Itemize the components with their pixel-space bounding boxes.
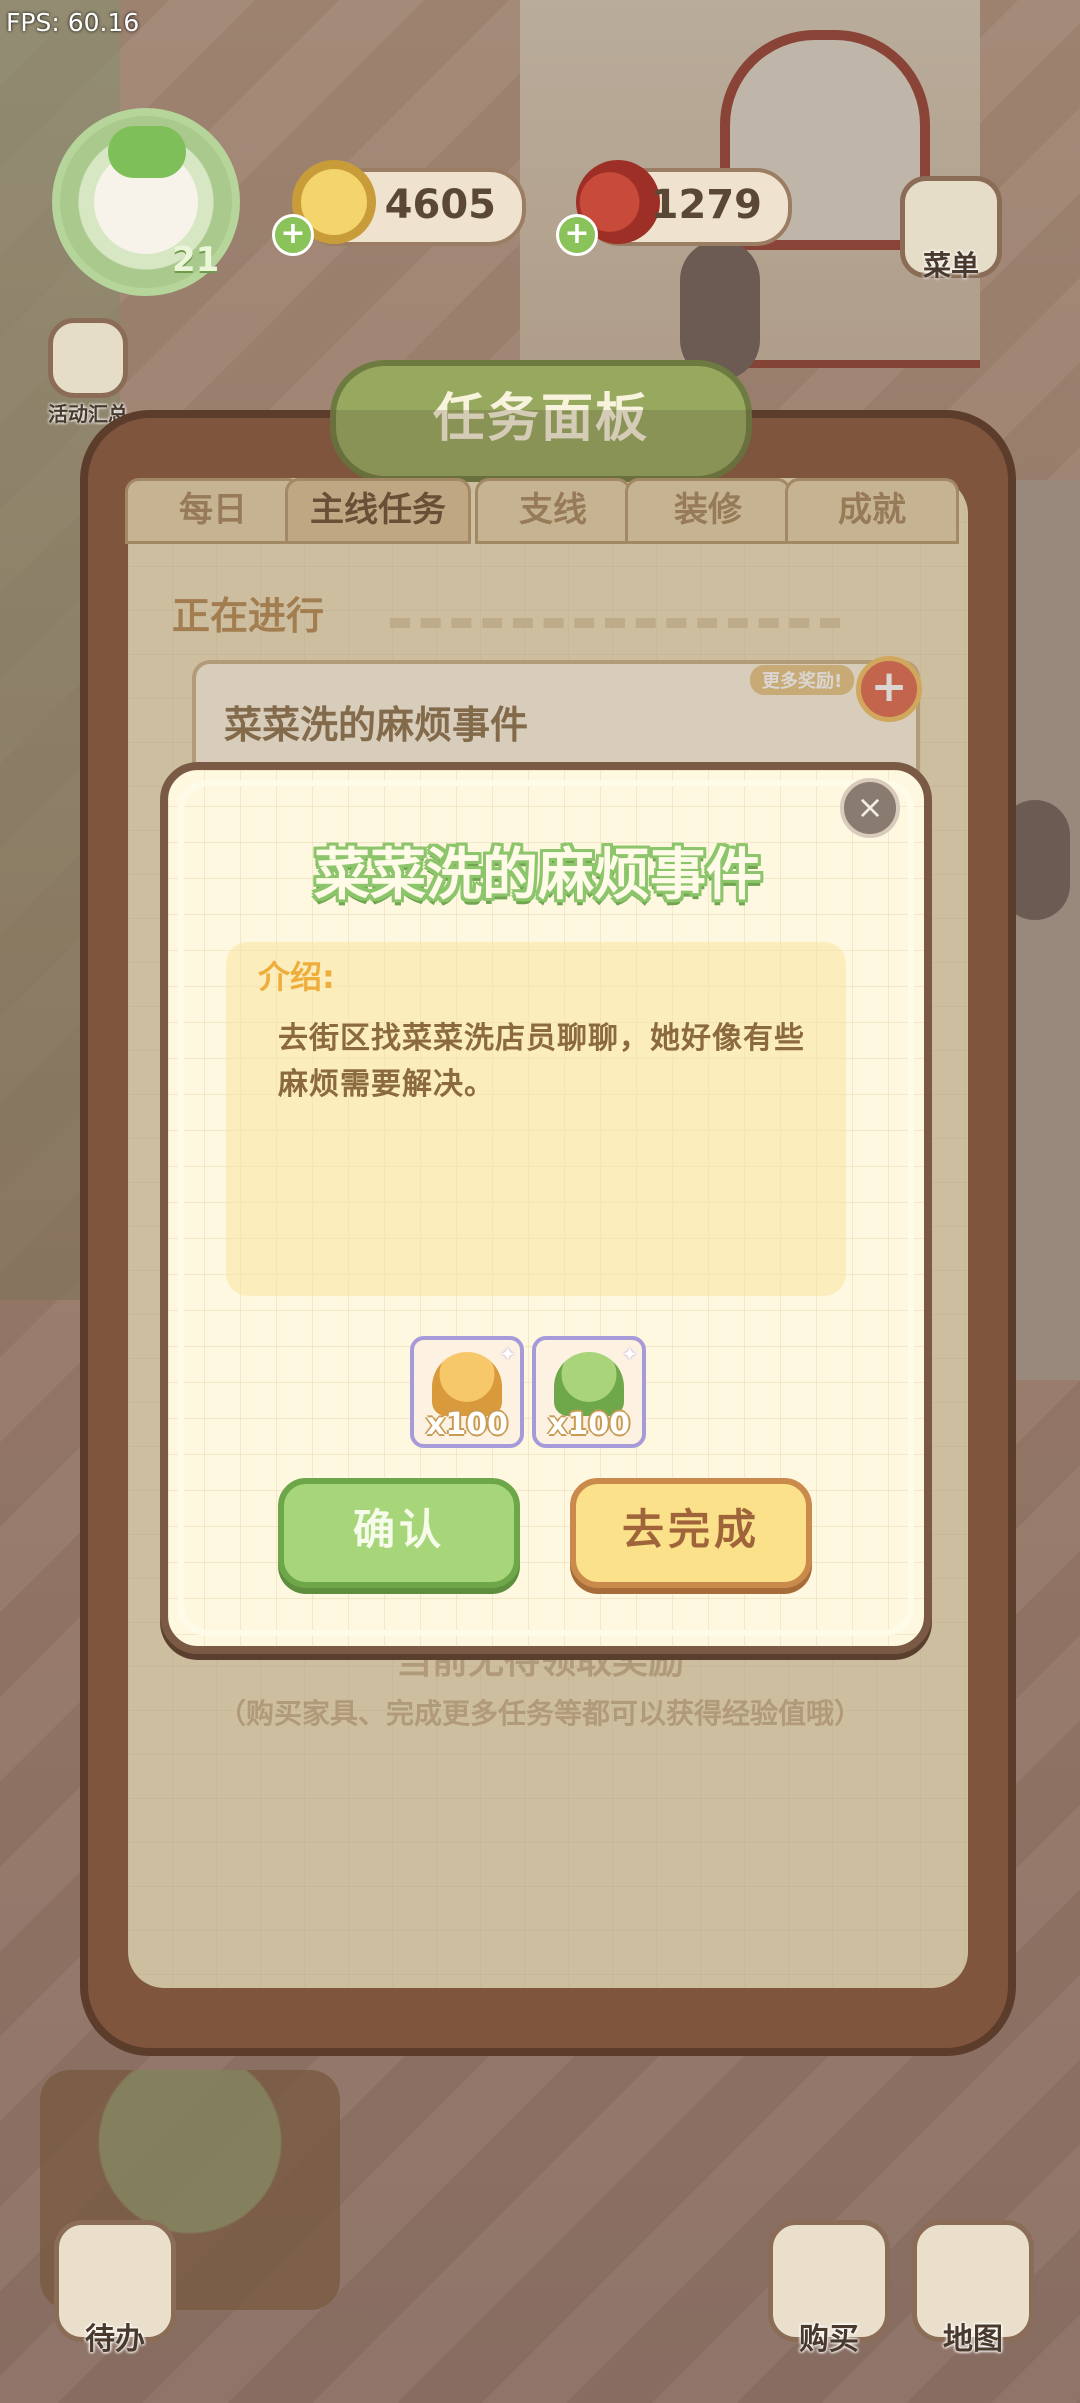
event-icon xyxy=(48,318,128,398)
todo-label: 待办 xyxy=(85,2322,145,2357)
sparkle-icon: ✦ xyxy=(499,1342,516,1366)
event-summary-button[interactable]: 活动汇总 xyxy=(48,318,128,427)
reward-count: x100 xyxy=(426,1407,508,1442)
coin-value: 4605 xyxy=(384,182,496,228)
reward-item-experience[interactable]: ✦ x100 xyxy=(532,1336,646,1448)
intro-label: 介绍: xyxy=(258,958,335,996)
map-label: 地图 xyxy=(943,2322,1003,2357)
fps-counter: FPS: 60.16 xyxy=(6,8,140,37)
gem-counter[interactable]: + 1279 xyxy=(556,160,792,256)
sparkle-icon: ✦ xyxy=(621,1342,638,1366)
coin-counter[interactable]: + 4605 xyxy=(272,160,526,256)
go-complete-button[interactable]: 去完成 xyxy=(570,1478,812,1588)
reward-count: x100 xyxy=(548,1407,630,1442)
close-icon[interactable]: × xyxy=(840,778,900,838)
add-gems-icon[interactable]: + xyxy=(556,214,598,256)
avatar-leaf-icon xyxy=(108,126,186,178)
intro-text: 去街区找菜菜洗店员聊聊，她好像有些麻烦需要解决。 xyxy=(278,1021,805,1102)
buy-label: 购买 xyxy=(799,2322,859,2357)
add-coins-icon[interactable]: + xyxy=(272,214,314,256)
buy-button[interactable]: 购买 xyxy=(768,2220,890,2358)
gem-value: 1279 xyxy=(650,182,762,228)
reward-item-gold[interactable]: ✦ x100 xyxy=(410,1336,524,1448)
player-level: 21 xyxy=(172,240,220,280)
confirm-button[interactable]: 确认 xyxy=(278,1478,520,1588)
dialog-title: 菜菜洗的麻烦事件 xyxy=(314,843,762,908)
menu-label: 菜单 xyxy=(922,249,979,282)
map-button[interactable]: 地图 xyxy=(912,2220,1034,2358)
todo-button[interactable]: 待办 xyxy=(54,2220,176,2358)
menu-button[interactable]: 菜单 xyxy=(900,176,1002,284)
